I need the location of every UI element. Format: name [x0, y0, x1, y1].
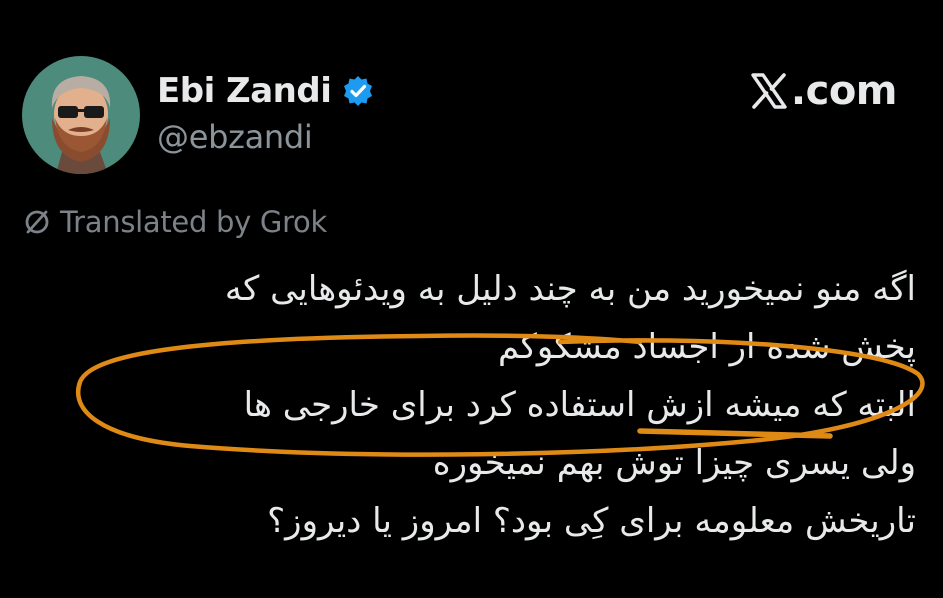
- brand-watermark: .com: [749, 68, 898, 114]
- x-logo-icon: [749, 71, 789, 111]
- tweet-line: پخش شده از اجساد مشکوکم: [498, 327, 916, 367]
- tweet-line: اگه منو نمیخورید من به چند دلیل به ویدئو…: [224, 269, 916, 309]
- tweet-line: تاریخش معلومه برای کِی بود؟ امروز یا دیر…: [267, 501, 916, 541]
- grok-slash-icon: [22, 207, 52, 237]
- translated-by-grok[interactable]: Translated by Grok: [22, 200, 327, 244]
- brand-text: .com: [790, 68, 898, 114]
- tweet-line: ولی یسری چیزا توش بهم نمیخوره: [432, 443, 916, 483]
- author-handle[interactable]: @ebzandi: [157, 118, 313, 156]
- author-avatar[interactable]: [22, 56, 140, 174]
- tweet-text: اگه منو نمیخورید من به چند دلیل به ویدئو…: [46, 260, 916, 550]
- avatar-illustration: [22, 56, 140, 174]
- author-name-row[interactable]: Ebi Zandi: [157, 66, 375, 116]
- translated-label: Translated by Grok: [60, 205, 327, 239]
- author-display-name[interactable]: Ebi Zandi: [157, 71, 332, 111]
- verified-badge-icon: [341, 74, 375, 108]
- tweet-line: البته که میشه ازش استفاده کرد برای خارجی…: [243, 385, 916, 425]
